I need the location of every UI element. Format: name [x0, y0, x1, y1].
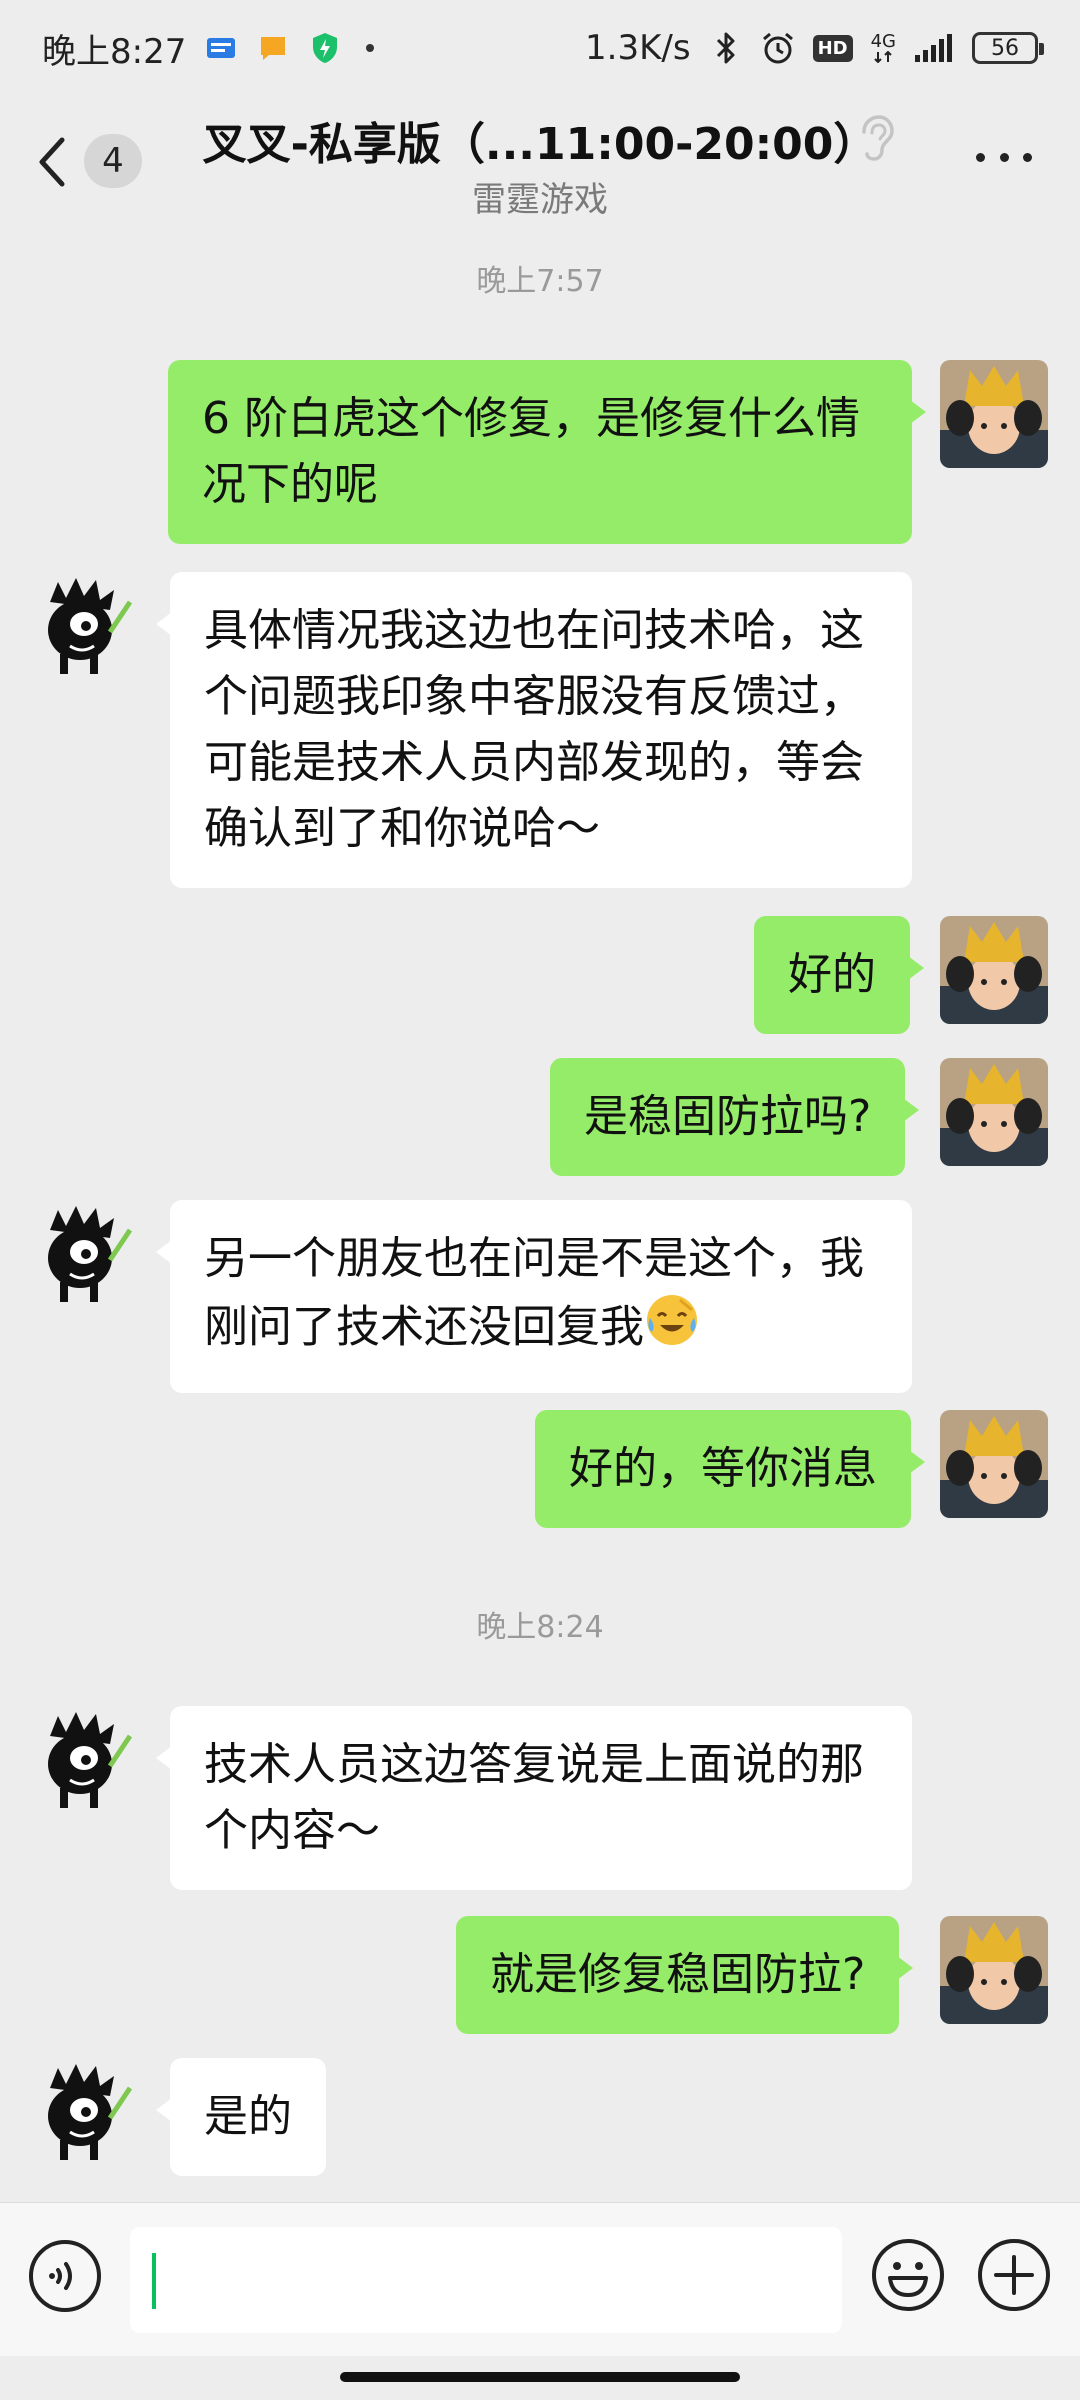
my-avatar[interactable] [940, 1410, 1048, 1518]
status-bar: 晚上8:27 1.3K/s HD 4G 56 [0, 0, 1080, 96]
battery-level: 56 [991, 35, 1019, 61]
home-indicator[interactable] [340, 2372, 740, 2382]
more-dot [999, 152, 1009, 162]
face-with-tears-of-joy-icon [644, 1292, 700, 1367]
my-avatar[interactable] [940, 360, 1048, 468]
contact-message-bubble[interactable]: 技术人员这边答复说是上面说的那个内容～ [156, 1706, 912, 1890]
network-type: 4G [871, 33, 896, 63]
timestamp: 晚上7:57 [476, 264, 604, 299]
input-bar [0, 2202, 1080, 2356]
chat-subtitle: 雷霆游戏 [472, 180, 608, 220]
plus-button[interactable] [976, 2237, 1052, 2313]
status-left: 晚上8:27 [42, 24, 375, 73]
contact-avatar[interactable] [30, 2058, 138, 2166]
app-notification-icon [204, 31, 238, 65]
message-notification-icon [256, 31, 290, 65]
my-message-bubble[interactable]: 6 阶白虎这个修复，是修复什么情况下的呢 [168, 360, 926, 544]
chat-header: 4 叉叉-私享版（...11:00-20:00） 雷霆游戏 [0, 96, 1080, 226]
more-button[interactable] [976, 142, 1032, 172]
contact-message-bubble[interactable]: 是的 [156, 2058, 326, 2176]
my-message-bubble[interactable]: 好的 [754, 916, 924, 1034]
message-input[interactable] [130, 2227, 842, 2333]
my-message-bubble[interactable]: 是稳固防拉吗? [550, 1058, 920, 1176]
contact-message-bubble[interactable]: 具体情况我这边也在问技术哈，这个问题我印象中客服没有反馈过，可能是技术人员内部发… [156, 572, 912, 888]
my-message-bubble[interactable]: 好的，等你消息 [535, 1410, 925, 1528]
voice-icon [29, 2240, 101, 2312]
my-message-bubble[interactable]: 就是修复稳固防拉? [456, 1916, 914, 2034]
contact-avatar[interactable] [30, 1706, 138, 1814]
more-dot [1023, 152, 1032, 162]
shield-icon [308, 31, 342, 65]
plus-icon [978, 2239, 1050, 2311]
timestamp: 晚上8:24 [476, 1610, 604, 1645]
signal-icon [914, 31, 954, 65]
my-avatar[interactable] [940, 1916, 1048, 2024]
voice-button[interactable] [28, 2239, 102, 2313]
my-avatar[interactable] [940, 916, 1048, 1024]
more-dot [976, 152, 985, 162]
contact-avatar[interactable] [30, 572, 138, 680]
contact-message-bubble[interactable]: 另一个朋友也在问是不是这个，我刚问了技术还没回复我 [156, 1200, 912, 1393]
ear-icon [854, 114, 894, 162]
contact-avatar[interactable] [30, 1200, 138, 1308]
network-type-label: 4G [870, 31, 896, 52]
alarm-icon [761, 31, 795, 65]
text-cursor [152, 2253, 156, 2309]
hd-badge: HD [812, 34, 853, 62]
more-notifications-dot [366, 44, 375, 52]
battery-indicator: 56 [972, 32, 1044, 64]
bluetooth-icon [709, 31, 743, 65]
emoji-icon [872, 2239, 944, 2311]
emoji-button[interactable] [870, 2237, 946, 2313]
my-avatar[interactable] [940, 1058, 1048, 1166]
chat-title: 叉叉-私享版（...11:00-20:00） [202, 119, 878, 170]
status-right: 1.3K/s HD 4G 56 [585, 28, 1044, 68]
message-text: 另一个朋友也在问是不是这个，我刚问了技术还没回复我 [204, 1233, 864, 1353]
network-speed: 1.3K/s [585, 28, 691, 68]
status-time: 晚上8:27 [42, 31, 187, 72]
